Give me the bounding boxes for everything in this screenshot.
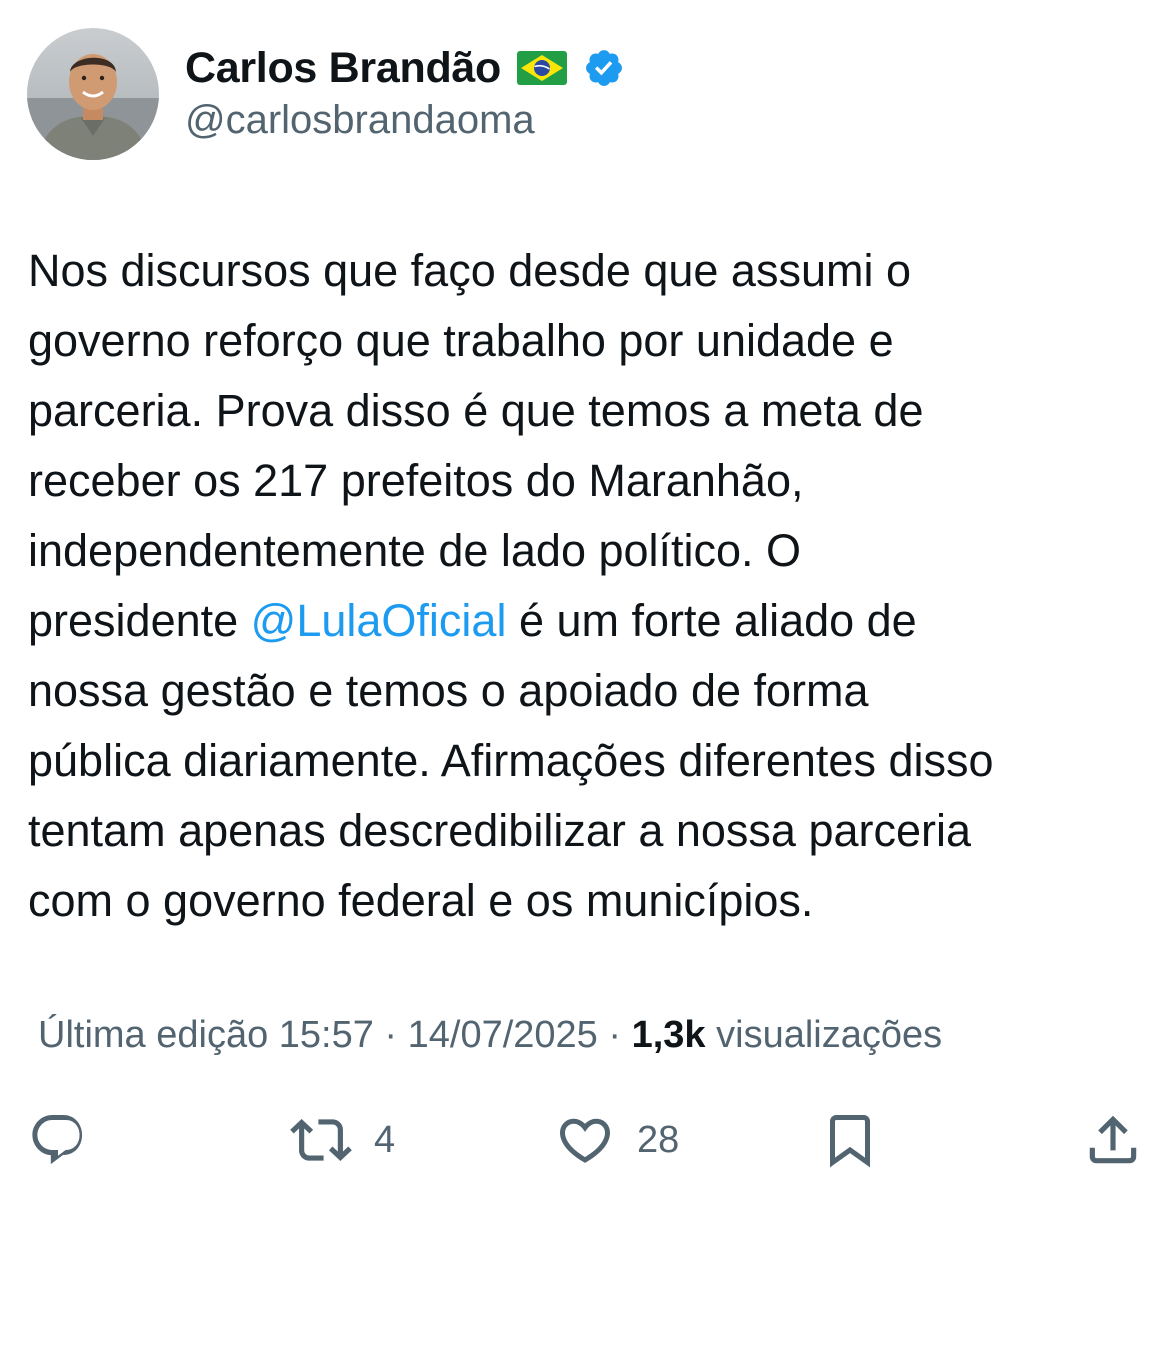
tweet-meta: Última edição 15:57 · 14/07/2025 · 1,3k … bbox=[38, 1010, 942, 1060]
tweet-text-fragment: é um forte aliado de bbox=[506, 595, 917, 646]
like-count: 28 bbox=[637, 1118, 680, 1161]
tweet-text-line: governo reforço que trabalho por unidade… bbox=[28, 315, 894, 366]
tweet-text-line: pública diariamente. Afirmações diferent… bbox=[28, 735, 994, 786]
reply-button[interactable] bbox=[28, 1100, 88, 1180]
retweet-icon bbox=[290, 1119, 352, 1161]
views-count: 1,3k bbox=[631, 1014, 706, 1056]
brazil-flag-icon bbox=[517, 51, 567, 85]
display-name[interactable]: Carlos Brandão bbox=[185, 44, 501, 93]
reply-icon bbox=[32, 1115, 83, 1165]
tweet-text-line: Nos discursos que faço desde que assumi … bbox=[28, 245, 911, 296]
tweet-text-line-with-mention: presidente @LulaOficial é um forte aliad… bbox=[28, 586, 1158, 656]
like-button[interactable]: 28 bbox=[555, 1100, 679, 1180]
edited-timestamp[interactable]: Última edição 15:57 · 14/07/2025 bbox=[38, 1014, 598, 1056]
avatar[interactable] bbox=[27, 28, 159, 160]
user-handle[interactable]: @carlosbrandaoma bbox=[185, 98, 535, 143]
meta-separator: · bbox=[597, 1014, 632, 1056]
mention-link[interactable]: @LulaOficial bbox=[251, 595, 507, 646]
bookmark-button[interactable] bbox=[820, 1100, 880, 1180]
action-bar: 4 28 bbox=[0, 1100, 1170, 1180]
heart-icon bbox=[559, 1118, 611, 1163]
tweet-text-line: parceria. Prova disso é que temos a meta… bbox=[28, 385, 924, 436]
share-icon bbox=[1089, 1115, 1137, 1164]
retweet-button[interactable]: 4 bbox=[290, 1100, 395, 1180]
tweet-text-line: com o governo federal e os municípios. bbox=[28, 875, 814, 926]
share-button[interactable] bbox=[1082, 1100, 1144, 1180]
verified-badge-icon[interactable] bbox=[583, 47, 625, 89]
tweet-text-fragment: presidente bbox=[28, 595, 251, 646]
tweet-text: Nos discursos que faço desde que assumi … bbox=[28, 236, 1158, 936]
tweet-text-line: independentemente de lado político. O bbox=[28, 525, 802, 576]
bookmark-icon bbox=[830, 1115, 870, 1168]
name-row: Carlos Brandão bbox=[185, 40, 625, 96]
tweet-card: Carlos Brandão @carlosbrandaoma Nos disc… bbox=[0, 0, 1170, 1352]
retweet-count: 4 bbox=[374, 1118, 396, 1161]
tweet-text-line: receber os 217 prefeitos do Maranhão, bbox=[28, 455, 804, 506]
tweet-text-line: nossa gestão e temos o apoiado de forma bbox=[28, 665, 869, 716]
views-label: visualizações bbox=[705, 1014, 943, 1056]
tweet-text-line: tentam apenas descredibilizar a nossa pa… bbox=[28, 805, 972, 856]
